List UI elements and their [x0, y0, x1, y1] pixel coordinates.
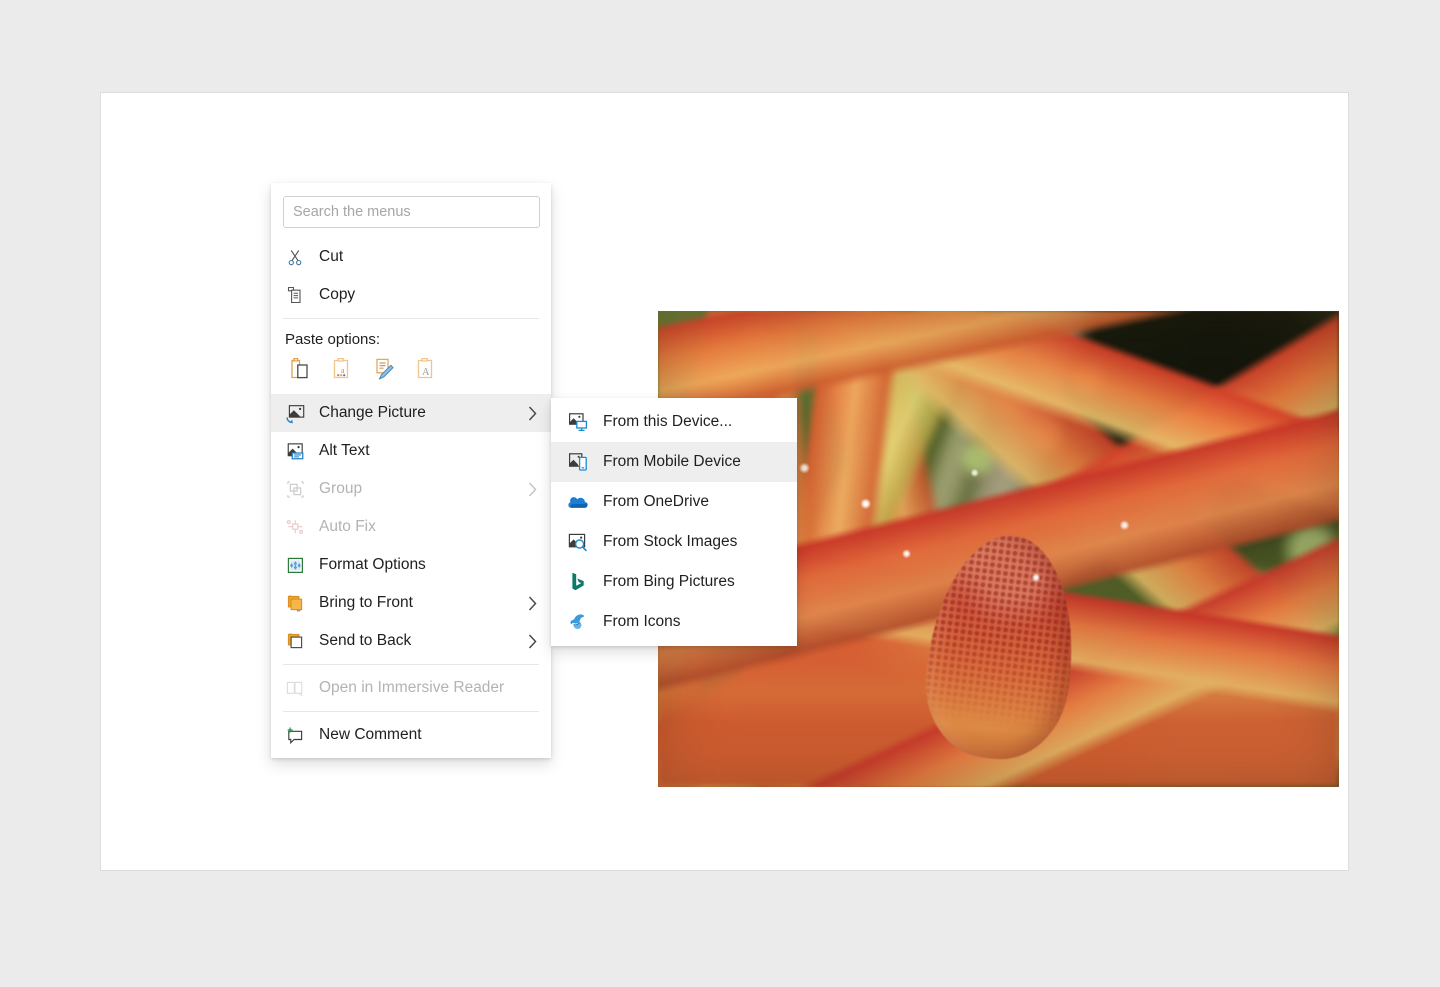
chevron-right-icon	[523, 405, 541, 421]
paste-merge-formatting-icon[interactable]: a	[326, 354, 358, 384]
format-options-icon	[285, 555, 313, 575]
svg-text:a: a	[341, 366, 345, 375]
menu-item-label: Alt Text	[319, 442, 370, 460]
chevron-right-icon	[523, 481, 541, 497]
new-comment-icon	[285, 725, 313, 745]
bing-icon	[567, 572, 595, 592]
stock-images-icon	[567, 532, 595, 552]
menu-item-bring-to-front[interactable]: Bring to Front	[271, 584, 551, 622]
paste-picture-icon[interactable]	[368, 354, 400, 384]
menu-item-label: Cut	[319, 248, 344, 266]
submenu-item-label: From Stock Images	[603, 533, 738, 551]
immersive-reader-icon	[285, 678, 313, 698]
menu-item-label: New Comment	[319, 726, 422, 744]
menu-item-format-options[interactable]: Format Options	[271, 546, 551, 584]
menu-item-change-picture[interactable]: Change Picture	[271, 394, 551, 432]
submenu-item-from-bing-pictures[interactable]: From Bing Pictures	[551, 562, 797, 602]
screen: Cut Copy Paste options:	[0, 0, 1440, 987]
menu-separator	[283, 664, 539, 665]
menu-item-label: Bring to Front	[319, 594, 413, 612]
auto-fix-icon	[285, 517, 313, 537]
menu-item-alt-text[interactable]: Alt Text	[271, 432, 551, 470]
onedrive-icon	[567, 492, 595, 512]
menu-item-label: Auto Fix	[319, 518, 376, 536]
menu-item-open-in-immersive-reader: Open in Immersive Reader	[271, 669, 551, 707]
scissors-icon	[285, 247, 313, 267]
svg-text:A: A	[422, 367, 430, 378]
submenu-item-from-onedrive[interactable]: From OneDrive	[551, 482, 797, 522]
submenu-item-label: From Bing Pictures	[603, 573, 735, 591]
submenu-item-from-stock-images[interactable]: From Stock Images	[551, 522, 797, 562]
menu-item-new-comment[interactable]: New Comment	[271, 716, 551, 754]
change-picture-submenu[interactable]: From this Device... From Mobile Device F…	[551, 398, 797, 646]
menu-item-label: Open in Immersive Reader	[319, 679, 505, 697]
menu-item-copy[interactable]: Copy	[271, 276, 551, 314]
group-icon	[285, 479, 313, 499]
menu-item-group: Group	[271, 470, 551, 508]
change-picture-icon	[285, 403, 313, 424]
from-mobile-icon	[567, 452, 595, 472]
menu-item-auto-fix: Auto Fix	[271, 508, 551, 546]
paste-keep-source-icon[interactable]	[284, 354, 316, 384]
context-menu[interactable]: Cut Copy Paste options:	[271, 183, 551, 758]
submenu-item-label: From OneDrive	[603, 493, 709, 511]
from-device-icon	[567, 412, 595, 432]
paste-keep-text-only-icon[interactable]: A	[410, 354, 442, 384]
send-to-back-icon	[285, 631, 313, 651]
menu-item-send-to-back[interactable]: Send to Back	[271, 622, 551, 660]
bring-to-front-icon	[285, 593, 313, 613]
search-the-menus-wrapper	[271, 183, 551, 238]
submenu-item-from-this-device[interactable]: From this Device...	[551, 402, 797, 442]
menu-item-label: Group	[319, 480, 363, 498]
menu-separator	[283, 711, 539, 712]
search-input[interactable]	[283, 196, 540, 228]
menu-item-cut[interactable]: Cut	[271, 238, 551, 276]
menu-item-label: Format Options	[319, 556, 426, 574]
menu-item-label: Change Picture	[319, 404, 426, 422]
paste-options-header: Paste options:	[285, 331, 381, 348]
paste-options-row: a A	[271, 352, 551, 394]
submenu-item-from-mobile-device[interactable]: From Mobile Device	[551, 442, 797, 482]
menu-item-label: Copy	[319, 286, 356, 304]
submenu-item-label: From Icons	[603, 613, 681, 631]
copy-icon	[285, 285, 313, 305]
menu-item-label: Send to Back	[319, 632, 412, 650]
chevron-right-icon	[523, 633, 541, 649]
chevron-right-icon	[523, 595, 541, 611]
submenu-item-label: From this Device...	[603, 413, 733, 431]
menu-separator	[283, 318, 539, 319]
submenu-item-label: From Mobile Device	[603, 453, 741, 471]
alt-text-icon	[285, 441, 313, 461]
icons-library-icon	[567, 612, 595, 632]
submenu-item-from-icons[interactable]: From Icons	[551, 602, 797, 642]
